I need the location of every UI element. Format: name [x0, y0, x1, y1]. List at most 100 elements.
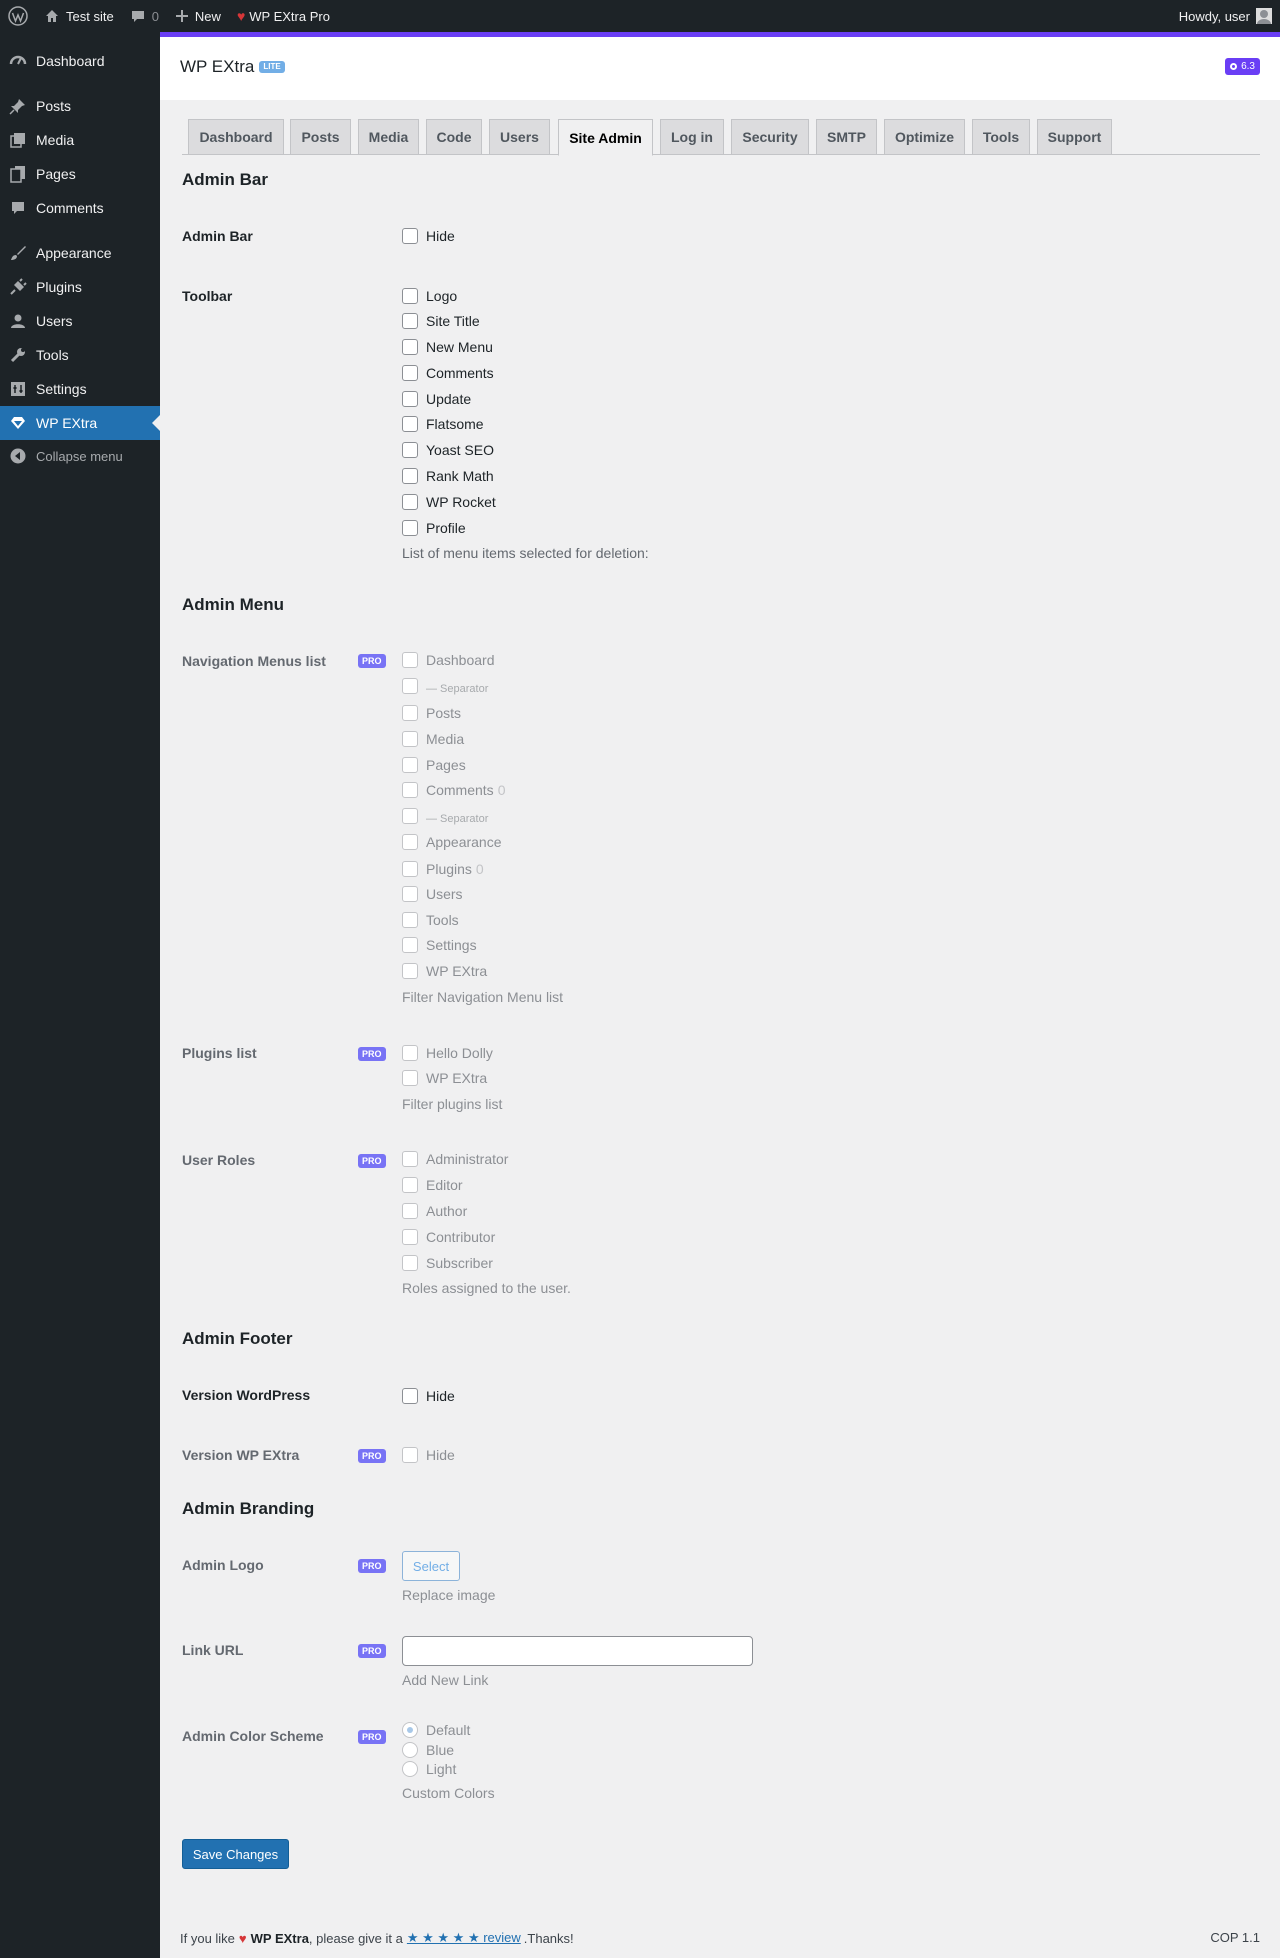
sidebar-item-posts[interactable]: Posts	[0, 89, 160, 123]
toolbar-label: Toolbar	[182, 288, 233, 304]
toolbar-checkbox[interactable]	[402, 365, 418, 381]
toolbar-option[interactable]: Comments	[402, 363, 494, 383]
sidebar-item-dashboard[interactable]: Dashboard	[0, 44, 160, 78]
nav-menu-checkbox	[402, 757, 418, 773]
sidebar-item-appearance[interactable]: Appearance	[0, 236, 160, 270]
wordpress-logo-icon[interactable]	[0, 0, 36, 32]
option-label: New Menu	[426, 339, 493, 355]
tab-posts[interactable]: Posts	[290, 119, 351, 155]
review-link[interactable]: ★ ★ ★ ★ ★ review	[407, 1930, 521, 1946]
my-account-link[interactable]: Howdy, user	[1171, 0, 1280, 32]
option-label: Hello Dolly	[426, 1045, 493, 1061]
sidebar-item-label: Pages	[36, 166, 76, 182]
option-label: WP EXtra	[426, 963, 488, 979]
toolbar-checkbox[interactable]	[402, 520, 418, 536]
option-label: Dashboard	[426, 652, 495, 668]
toolbar-option[interactable]: Flatsome	[402, 414, 484, 434]
tab-media[interactable]: Media	[358, 119, 419, 155]
comments-count: 0	[151, 8, 159, 24]
toolbar-option[interactable]: Logo	[402, 286, 457, 306]
sidebar-item-label: Plugins	[36, 279, 82, 295]
toolbar-checkbox[interactable]	[402, 339, 418, 355]
role-option: Administrator	[402, 1149, 508, 1169]
footer-version: COP 1.1	[1210, 1930, 1260, 1945]
tab-dashboard[interactable]: Dashboard	[188, 119, 284, 155]
nav-menu-option: — Separator	[402, 806, 488, 826]
admin-color-scheme-label: Admin Color Scheme	[182, 1728, 324, 1744]
tab-log-in[interactable]: Log in	[660, 119, 724, 155]
sidebar-item-label: WP EXtra	[36, 415, 98, 431]
toolbar-option[interactable]: New Menu	[402, 337, 493, 357]
sidebar-item-media[interactable]: Media	[0, 123, 160, 157]
nav-menu-option: WP EXtra	[402, 961, 487, 981]
option-label: Subscriber	[426, 1255, 493, 1271]
version-dot-icon	[1230, 63, 1238, 70]
toolbar-checkbox[interactable]	[402, 468, 418, 484]
nav-menu-checkbox	[402, 861, 418, 877]
comments-link[interactable]: 0	[122, 0, 167, 32]
toolbar-option[interactable]: Yoast SEO	[402, 440, 494, 460]
new-label: New	[194, 8, 221, 24]
option-label: Comments	[426, 365, 494, 381]
option-label: Posts	[426, 705, 462, 721]
sidebar-item-comments[interactable]: Comments	[0, 191, 160, 225]
admin-bar-hide-option[interactable]: Hide	[402, 226, 455, 246]
tab-smtp[interactable]: SMTP	[816, 119, 877, 155]
admin-footer-text: If you like ♥ WP EXtra , please give it …	[180, 1930, 574, 1946]
toolbar-option[interactable]: WP Rocket	[402, 492, 496, 512]
option-label: Hide	[426, 228, 455, 244]
version-wordpress-hide-checkbox[interactable]	[402, 1388, 418, 1404]
sidebar-item-wp-extra[interactable]: WP EXtra	[0, 406, 160, 440]
toolbar-option[interactable]: Update	[402, 389, 471, 409]
color-scheme-radio	[402, 1761, 418, 1777]
option-label: Comments	[426, 782, 494, 798]
sidebar-item-pages[interactable]: Pages	[0, 157, 160, 191]
pro-badge: PRO	[358, 1559, 386, 1573]
nav-menu-checkbox	[402, 963, 418, 979]
toolbar-option[interactable]: Rank Math	[402, 466, 494, 486]
toolbar-checkbox[interactable]	[402, 416, 418, 432]
toolbar-checkbox[interactable]	[402, 494, 418, 510]
plus-icon	[175, 9, 189, 23]
plugins-list-description: Filter plugins list	[402, 1096, 503, 1112]
tab-tools[interactable]: Tools	[972, 119, 1030, 155]
admin-bar: Test site 0 New ♥ WP EXtra Pro Howdy, us…	[0, 0, 1280, 32]
toolbar-checkbox[interactable]	[402, 442, 418, 458]
sidebar-item-users[interactable]: Users	[0, 304, 160, 338]
sidebar-item-label: Appearance	[36, 245, 112, 261]
sidebar-item-settings[interactable]: Settings	[0, 372, 160, 406]
footer-prefix: If you like	[180, 1930, 235, 1946]
nav-menu-option: Settings	[402, 935, 477, 955]
tab-security[interactable]: Security	[731, 119, 809, 155]
toolbar-checkbox[interactable]	[402, 288, 418, 304]
tab-users[interactable]: Users	[489, 119, 550, 155]
tab-support[interactable]: Support	[1037, 119, 1112, 155]
wp-extra-pro-link[interactable]: ♥ WP EXtra Pro	[229, 0, 338, 32]
toolbar-option[interactable]: Site Title	[402, 311, 480, 331]
nav-menu-option: — Separator	[402, 676, 488, 696]
collapse-menu-button[interactable]: Collapse menu	[0, 439, 160, 473]
version-wordpress-hide-option[interactable]: Hide	[402, 1386, 455, 1406]
option-label: Tools	[426, 912, 459, 928]
new-content-link[interactable]: New	[167, 0, 229, 32]
site-name-link[interactable]: Test site	[36, 0, 122, 32]
color-scheme-option: Default	[402, 1720, 470, 1740]
tab-site-admin[interactable]: Site Admin	[558, 119, 653, 156]
sidebar-item-tools[interactable]: Tools	[0, 338, 160, 372]
toolbar-option[interactable]: Profile	[402, 518, 466, 538]
nav-menu-checkbox	[402, 834, 418, 850]
tab-code[interactable]: Code	[426, 119, 482, 155]
tab-optimize[interactable]: Optimize	[884, 119, 965, 155]
sidebar-item-plugins[interactable]: Plugins	[0, 270, 160, 304]
nav-menu-option: Media	[402, 729, 464, 749]
toolbar-checkbox[interactable]	[402, 313, 418, 329]
toolbar-checkbox[interactable]	[402, 391, 418, 407]
save-changes-button[interactable]: Save Changes	[182, 1839, 289, 1869]
admin-bar-hide-checkbox[interactable]	[402, 228, 418, 244]
color-scheme-option: Light	[402, 1759, 456, 1779]
option-label: Site Title	[426, 313, 480, 329]
plug-icon	[0, 278, 36, 296]
role-option: Subscriber	[402, 1253, 493, 1273]
user-roles-label: User Roles	[182, 1152, 256, 1168]
user-icon	[0, 312, 36, 330]
